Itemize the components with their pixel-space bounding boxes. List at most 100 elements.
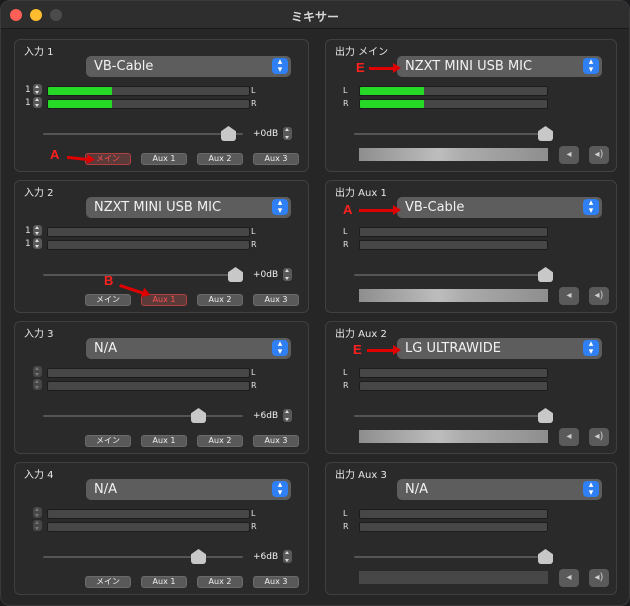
channel-stepper-right[interactable] — [33, 520, 42, 531]
level-meter-left — [359, 227, 548, 237]
route-aux2-button[interactable]: Aux 2 — [197, 153, 243, 165]
level-meter-right — [47, 240, 250, 250]
output-device-select[interactable]: NZXT MINI USB MIC ▴ ▾ — [397, 56, 602, 77]
route-aux1-button[interactable]: Aux 1 — [141, 576, 187, 588]
chevron-updown-icon: ▴ ▾ — [272, 481, 288, 498]
annotation-letter-e-aux2: E — [353, 342, 362, 357]
chevron-updown-icon: ▴ ▾ — [272, 340, 288, 357]
speaker-mute-icon[interactable]: ◂ — [559, 287, 579, 305]
route-aux2-button[interactable]: Aux 2 — [197, 435, 243, 447]
chevron-updown-icon: ▴ ▾ — [272, 199, 288, 216]
output-panel-main: 出力 メイン NZXT MINI USB MIC ▴ ▾ L R ◂ ◂) — [325, 39, 617, 172]
annotation-letter-a-input1: A — [50, 147, 60, 162]
level-meter-left — [359, 368, 548, 378]
gain-slider-thumb[interactable] — [221, 126, 236, 141]
select-value: VB-Cable — [94, 59, 154, 74]
meter-label-r: R — [251, 240, 257, 249]
channel-stepper-left[interactable] — [33, 225, 42, 236]
route-main-button[interactable]: メイン — [85, 435, 131, 447]
meter-label-l: L — [343, 509, 348, 518]
level-meter-right — [359, 99, 548, 109]
select-value: N/A — [94, 482, 117, 497]
mixer-window: ミキサー 入力 1 VB-Cable ▴ ▾ 1 1 L R +0dB メイン A… — [0, 0, 630, 606]
annotation-arrow — [359, 205, 401, 215]
route-aux1-button[interactable]: Aux 1 — [141, 153, 187, 165]
speaker-mute-icon[interactable]: ◂ — [559, 569, 579, 587]
input-device-select[interactable]: VB-Cable ▴ ▾ — [86, 56, 291, 77]
input-device-select[interactable]: N/A ▴ ▾ — [86, 479, 291, 500]
gain-stepper[interactable] — [283, 268, 292, 281]
balance-bar[interactable] — [359, 289, 548, 302]
route-aux3-button[interactable]: Aux 3 — [253, 153, 299, 165]
speaker-mute-icon[interactable]: ◂ — [559, 146, 579, 164]
channel-stepper-left[interactable] — [33, 366, 42, 377]
meter-label-l: L — [251, 368, 256, 377]
channel-stepper-left[interactable] — [33, 507, 42, 518]
level-meter-right — [359, 522, 548, 532]
gain-slider-thumb[interactable] — [191, 549, 206, 564]
channel-number-left: 1 — [25, 226, 31, 236]
balance-bar[interactable] — [359, 148, 548, 161]
meter-label-r: R — [251, 99, 257, 108]
channel-stepper-right[interactable] — [33, 379, 42, 390]
annotation-letter-b-input2: B — [104, 273, 114, 288]
volume-slider-thumb[interactable] — [538, 549, 553, 564]
output-device-select[interactable]: N/A ▴ ▾ — [397, 479, 602, 500]
meter-label-r: R — [343, 522, 349, 531]
volume-slider-track[interactable] — [354, 133, 550, 135]
gain-slider-track[interactable] — [43, 415, 243, 417]
level-meter-left — [359, 509, 548, 519]
balance-bar[interactable] — [359, 571, 548, 584]
volume-slider-thumb[interactable] — [538, 126, 553, 141]
gain-value: +0dB — [253, 270, 279, 280]
route-aux2-button[interactable]: Aux 2 — [197, 576, 243, 588]
speaker-volume-icon[interactable]: ◂) — [589, 428, 609, 446]
input-label: 入力 4 — [24, 470, 54, 481]
gain-slider-thumb[interactable] — [228, 267, 243, 282]
channel-stepper-right[interactable] — [33, 238, 42, 249]
annotation-letter-a-aux1: A — [343, 202, 353, 217]
volume-slider-track[interactable] — [354, 556, 550, 558]
level-meter-right — [47, 99, 250, 109]
gain-slider-track[interactable] — [43, 556, 243, 558]
meter-label-r: R — [251, 522, 257, 531]
volume-slider-thumb[interactable] — [538, 267, 553, 282]
route-aux1-button[interactable]: Aux 1 — [141, 435, 187, 447]
speaker-volume-icon[interactable]: ◂) — [589, 569, 609, 587]
speaker-volume-icon[interactable]: ◂) — [589, 287, 609, 305]
route-aux3-button[interactable]: Aux 3 — [253, 435, 299, 447]
speaker-volume-icon[interactable]: ◂) — [589, 146, 609, 164]
volume-slider-track[interactable] — [354, 415, 550, 417]
chevron-updown-icon: ▴ ▾ — [583, 199, 599, 216]
select-value: NZXT MINI USB MIC — [94, 200, 222, 215]
balance-bar[interactable] — [359, 430, 548, 443]
gain-slider-track[interactable] — [43, 274, 243, 276]
speaker-mute-icon[interactable]: ◂ — [559, 428, 579, 446]
level-meter-left — [359, 86, 548, 96]
output-device-select[interactable]: VB-Cable ▴ ▾ — [397, 197, 602, 218]
gain-stepper[interactable] — [283, 550, 292, 563]
gain-slider-track[interactable] — [43, 133, 243, 135]
select-value: NZXT MINI USB MIC — [405, 59, 533, 74]
route-main-button[interactable]: メイン — [85, 576, 131, 588]
route-main-button[interactable]: メイン — [85, 294, 131, 306]
output-label: 出力 Aux 3 — [335, 470, 387, 481]
channel-stepper-left[interactable] — [33, 84, 42, 95]
select-value: N/A — [405, 482, 428, 497]
input-label: 入力 2 — [24, 188, 54, 199]
volume-slider-track[interactable] — [354, 274, 550, 276]
meter-label-l: L — [343, 86, 348, 95]
input-device-select[interactable]: NZXT MINI USB MIC ▴ ▾ — [86, 197, 291, 218]
gain-slider-thumb[interactable] — [191, 408, 206, 423]
volume-slider-thumb[interactable] — [538, 408, 553, 423]
route-aux2-button[interactable]: Aux 2 — [197, 294, 243, 306]
gain-stepper[interactable] — [283, 409, 292, 422]
route-aux3-button[interactable]: Aux 3 — [253, 294, 299, 306]
input-label: 入力 3 — [24, 329, 54, 340]
input-device-select[interactable]: N/A ▴ ▾ — [86, 338, 291, 359]
output-device-select[interactable]: LG ULTRAWIDE ▴ ▾ — [397, 338, 602, 359]
channel-stepper-right[interactable] — [33, 97, 42, 108]
route-aux3-button[interactable]: Aux 3 — [253, 576, 299, 588]
gain-value: +6dB — [253, 411, 279, 421]
gain-stepper[interactable] — [283, 127, 292, 140]
